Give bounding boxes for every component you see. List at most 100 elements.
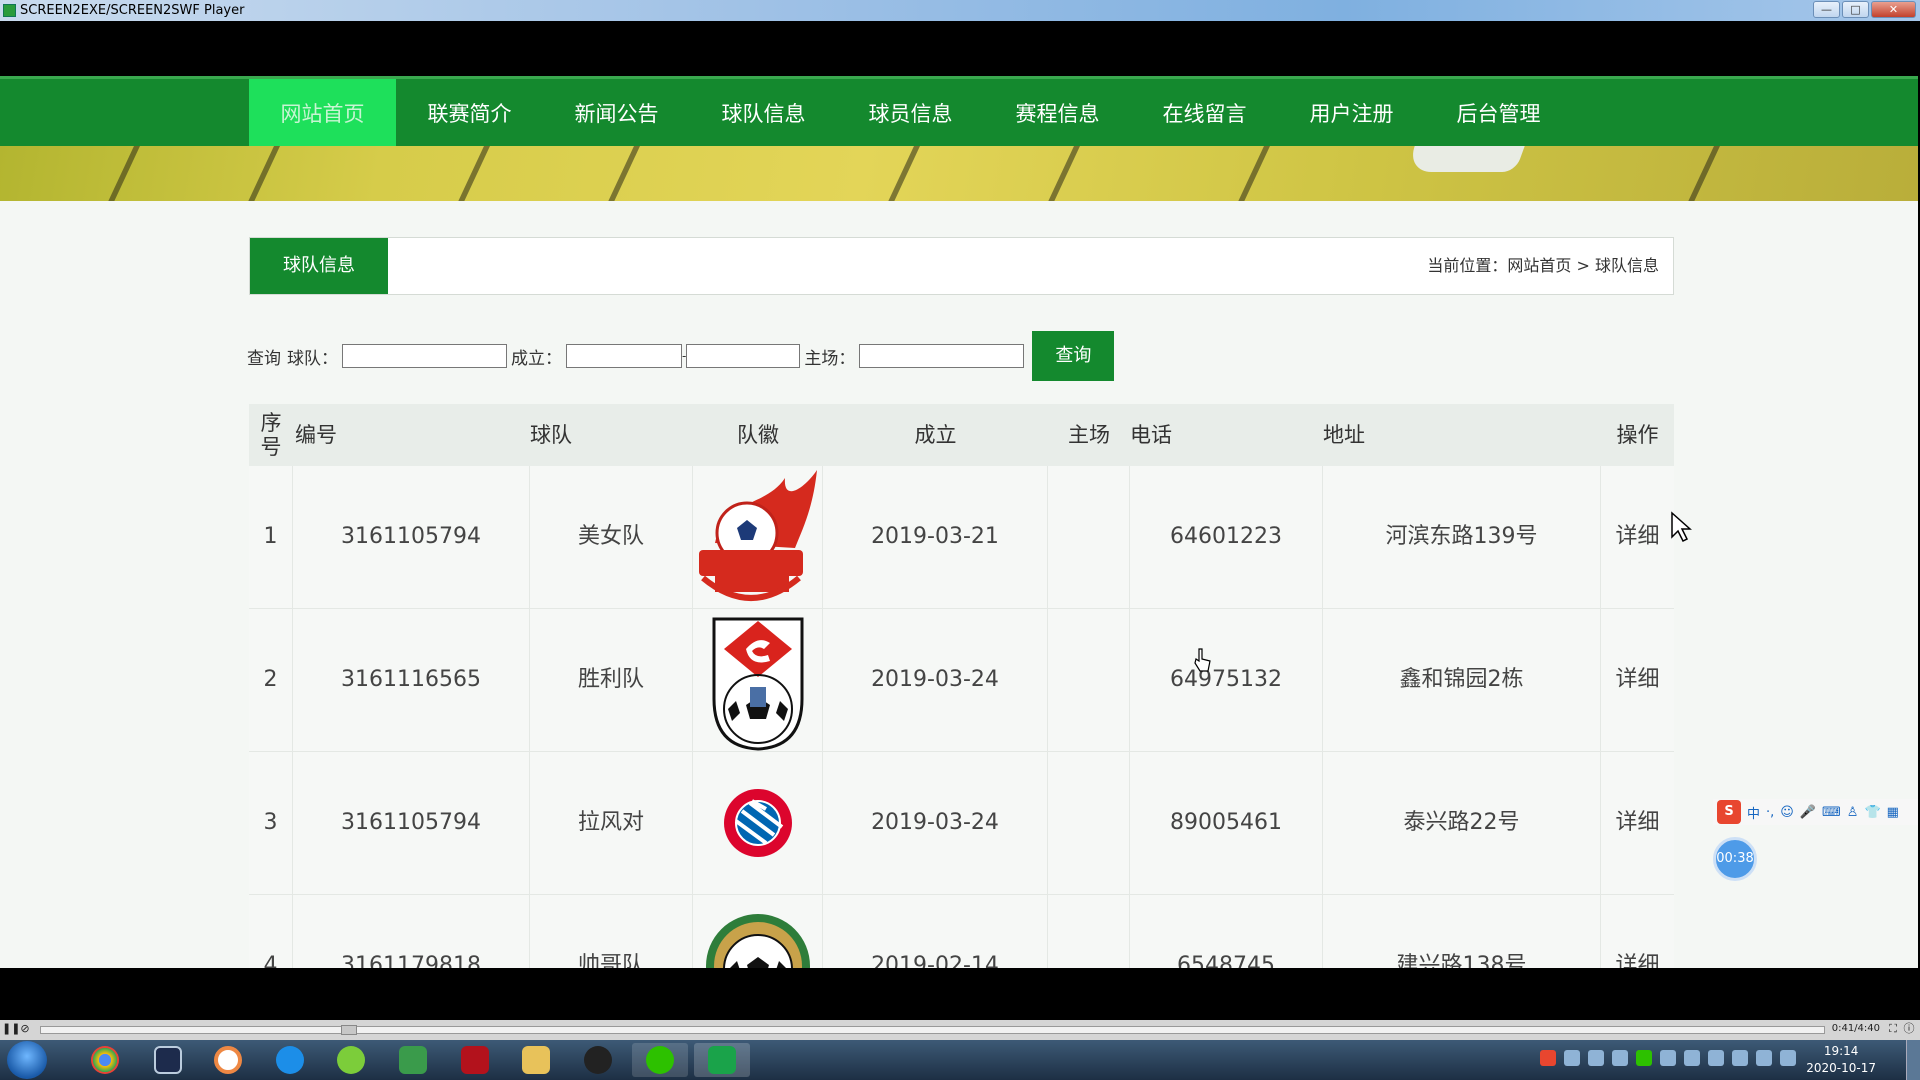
table-row: 3 3161105794 拉风对 2019-03-24 89005461 泰兴路… xyxy=(249,752,1674,895)
cell-home xyxy=(1048,466,1130,608)
home-search-input[interactable] xyxy=(859,344,1025,368)
cell-index: 1 xyxy=(249,466,293,608)
founded-to-input[interactable] xyxy=(686,344,801,368)
cell-home xyxy=(1048,609,1130,751)
detail-link[interactable]: 详细 xyxy=(1601,895,1674,968)
info-button[interactable]: ⓘ xyxy=(1902,1022,1916,1036)
teams-table: 序号 编号 球队 队徽 成立 主场 电话 地址 操作 1 3161105794 … xyxy=(249,404,1674,968)
system-tray[interactable] xyxy=(1540,1050,1796,1066)
photos-icon[interactable] xyxy=(200,1043,256,1077)
mouse-pointer-icon xyxy=(1671,511,1692,543)
detail-link[interactable]: 详细 xyxy=(1601,609,1674,751)
team-search-input[interactable] xyxy=(342,344,507,368)
breadcrumb: 当前位置：网站首页 > 球队信息 xyxy=(1427,256,1659,275)
cell-logo xyxy=(693,895,823,968)
cell-team: 拉风对 xyxy=(530,752,693,894)
grid-menu-icon[interactable]: ▦ xyxy=(1887,805,1899,820)
spartak-logo xyxy=(712,617,803,751)
cell-founded: 2019-02-14 xyxy=(823,895,1048,968)
cell-founded: 2019-03-24 xyxy=(823,609,1048,751)
player-icon[interactable] xyxy=(694,1043,750,1077)
cell-id: 3161116565 xyxy=(293,609,530,751)
cell-home xyxy=(1048,895,1130,968)
table-row: 2 3161116565 胜利队 2019-03-24 64975132 鑫和锦… xyxy=(249,609,1674,752)
cell-id: 3161105794 xyxy=(293,752,530,894)
taskbar-clock[interactable]: 19:14 2020-10-17 xyxy=(1806,1043,1876,1077)
ime-toolbar[interactable]: S 中 ·, ☺ 🎤 ⌨ ♙ 👕 ▦ xyxy=(1713,799,1918,825)
fk-ball-logo xyxy=(705,914,810,968)
keyboard-icon[interactable]: ⌨ xyxy=(1822,805,1841,820)
cell-address: 鑫和锦园2栋 xyxy=(1323,609,1601,751)
nav-item-league-intro[interactable]: 联赛简介 xyxy=(396,79,543,149)
minimize-button[interactable]: — xyxy=(1813,1,1840,18)
nav-item-admin[interactable]: 后台管理 xyxy=(1425,79,1572,149)
search-prefix: 查询 xyxy=(247,348,281,369)
nav-item-teams[interactable]: 球队信息 xyxy=(690,79,837,149)
cell-team: 帅哥队 xyxy=(530,895,693,968)
editor-icon[interactable] xyxy=(140,1043,196,1077)
cell-founded: 2019-03-24 xyxy=(823,752,1048,894)
pause-button[interactable]: ❚❚ xyxy=(2,1022,20,1036)
taskbar: 19:14 2020-10-17 xyxy=(0,1040,1920,1080)
browser-icon[interactable] xyxy=(262,1043,318,1077)
seek-thumb[interactable] xyxy=(341,1025,357,1035)
user-icon[interactable]: ♙ xyxy=(1847,805,1859,820)
search-button[interactable]: 查询 xyxy=(1032,331,1115,381)
nav-item-register[interactable]: 用户注册 xyxy=(1278,79,1425,149)
cell-logo xyxy=(693,609,823,751)
qq-icon[interactable] xyxy=(570,1043,626,1077)
cell-phone: 6548745 xyxy=(1130,895,1323,968)
nav-item-schedule[interactable]: 赛程信息 xyxy=(984,79,1131,149)
tray-network-icon xyxy=(1684,1050,1700,1066)
wechat-icon[interactable] xyxy=(632,1043,688,1077)
start-button[interactable] xyxy=(7,1041,47,1079)
seek-bar[interactable] xyxy=(40,1025,1825,1035)
flash-icon[interactable] xyxy=(447,1043,503,1077)
folder-icon[interactable] xyxy=(508,1043,564,1077)
chrome-icon[interactable] xyxy=(77,1043,133,1077)
cell-address: 建兴路138号 xyxy=(1323,895,1601,968)
founded-label: 成立： xyxy=(511,348,562,369)
show-desktop-button[interactable] xyxy=(1906,1040,1920,1080)
skin-icon[interactable]: 👕 xyxy=(1864,805,1880,820)
tray-app-icon xyxy=(1732,1050,1748,1066)
window-title: SCREEN2EXE/SCREEN2SWF Player xyxy=(20,3,245,18)
col-action-header: 操作 xyxy=(1616,423,1659,447)
nav-item-news[interactable]: 新闻公告 xyxy=(543,79,690,149)
table-header: 序号 编号 球队 队徽 成立 主场 电话 地址 操作 xyxy=(249,404,1674,466)
close-button[interactable]: ✕ xyxy=(1871,1,1916,18)
detail-link[interactable]: 详细 xyxy=(1601,752,1674,894)
nav-menu: 网站首页 联赛简介 新闻公告 球队信息 球员信息 赛程信息 在线留言 用户注册 … xyxy=(249,79,1572,149)
clock-date: 2020-10-17 xyxy=(1806,1061,1876,1075)
ime-mode-toggle[interactable]: 中 xyxy=(1747,803,1760,822)
game-icon[interactable] xyxy=(323,1043,379,1077)
recording-timer[interactable]: 00:38 xyxy=(1713,837,1757,881)
nav-item-messages[interactable]: 在线留言 xyxy=(1131,79,1278,149)
tray-app-icon xyxy=(1660,1050,1676,1066)
chart-icon[interactable] xyxy=(385,1043,441,1077)
nav-item-players[interactable]: 球员信息 xyxy=(837,79,984,149)
cell-address: 河滨东路139号 xyxy=(1323,466,1601,608)
stop-button[interactable]: ⊘ xyxy=(18,1022,32,1036)
punctuation-icon[interactable]: ·, xyxy=(1766,805,1774,820)
microphone-icon[interactable]: 🎤 xyxy=(1800,805,1816,820)
bayern-munchen-logo xyxy=(723,789,792,857)
app-icon xyxy=(3,4,16,17)
cell-home xyxy=(1048,752,1130,894)
panel-tab-teams: 球队信息 xyxy=(250,238,388,294)
detail-link[interactable]: 详细 xyxy=(1601,466,1674,608)
nav-item-home[interactable]: 网站首页 xyxy=(249,79,396,149)
cell-id: 3161179818 xyxy=(293,895,530,968)
col-address-header: 地址 xyxy=(1323,423,1365,447)
founded-from-input[interactable] xyxy=(566,344,682,368)
cell-logo xyxy=(693,752,823,894)
emoji-icon[interactable]: ☺ xyxy=(1780,805,1794,820)
fullscreen-button[interactable]: ⛶ xyxy=(1886,1022,1900,1036)
sogou-ime-icon[interactable]: S xyxy=(1717,800,1741,824)
cell-phone: 64975132 xyxy=(1130,609,1323,751)
header-blank xyxy=(0,21,1918,76)
cell-founded: 2019-03-21 xyxy=(823,466,1048,608)
cell-address: 泰兴路22号 xyxy=(1323,752,1601,894)
col-phone-header: 电话 xyxy=(1130,423,1172,447)
maximize-button[interactable]: □ xyxy=(1842,1,1869,18)
